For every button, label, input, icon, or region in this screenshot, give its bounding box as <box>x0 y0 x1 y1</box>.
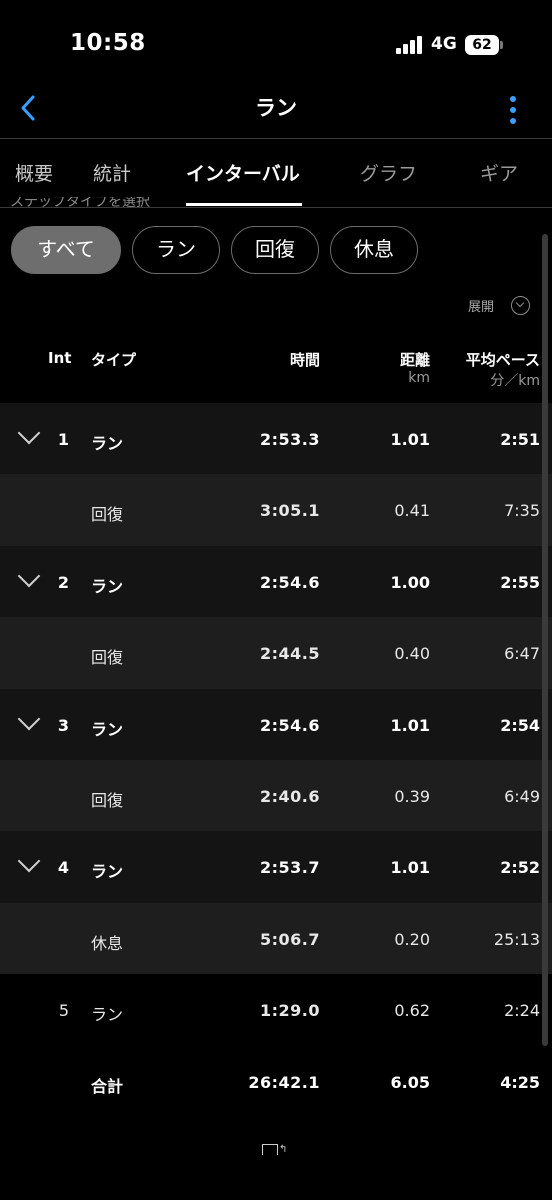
col-type: タイプ <box>91 351 137 369</box>
row-pace: 2:54 <box>500 715 540 735</box>
cellular-signal-icon <box>396 36 424 54</box>
chevron-down-circle-icon[interactable] <box>511 296 530 315</box>
row-time: 2:44.5 <box>259 644 320 664</box>
table-row[interactable]: 4 ラン 2:53.7 1.01 2:52 <box>0 831 552 903</box>
tab-stats[interactable]: 統計 <box>93 159 131 186</box>
row-distance: 1.01 <box>390 430 430 449</box>
table-header: Int タイプ 時間 距離 km 平均ペース 分／km <box>0 331 552 403</box>
table-row: 休息 5:06.7 0.20 25:13 <box>0 902 552 975</box>
filter-run-button[interactable]: ラン <box>132 226 220 274</box>
status-bar: 10:58 4G 62 <box>0 0 552 88</box>
row-pace: 2:55 <box>500 572 540 592</box>
chevron-down-icon[interactable] <box>18 853 38 873</box>
home-indicator-icon: ↰ <box>262 1144 287 1158</box>
row-time: 3:05.1 <box>259 501 320 521</box>
table-body: 1 ラン 2:53.3 1.01 2:51 回復 3:05.1 0.41 7:35 2 ラン 2:54… <box>0 403 552 1046</box>
battery-tip <box>500 41 503 49</box>
battery-icon: 62 <box>465 35 499 55</box>
row-distance: 1.01 <box>390 858 430 878</box>
chevron-down-icon[interactable] <box>18 568 38 588</box>
row-distance: 1.01 <box>390 715 430 735</box>
filter-all-button[interactable]: すべて <box>11 226 121 274</box>
active-tab-indicator <box>186 203 302 206</box>
row-pace: 7:35 <box>504 501 540 521</box>
row-pace: 2:52 <box>500 858 540 878</box>
total-distance: 6.05 <box>390 1072 430 1092</box>
filter-rest-button[interactable]: 休息 <box>330 226 418 274</box>
total-row: 合計 26:42.1 6.05 4:25 <box>0 1045 552 1117</box>
row-distance: 0.62 <box>394 1001 430 1021</box>
tab-intervals[interactable]: インターバル <box>186 159 300 186</box>
row-distance: 0.39 <box>394 786 430 806</box>
row-pace: 25:13 <box>493 929 540 949</box>
col-distance: 距離 <box>399 351 430 369</box>
chevron-down-icon[interactable] <box>18 711 38 731</box>
table-row[interactable]: 3 ラン 2:54.6 1.01 2:54 <box>0 688 552 760</box>
tab-graph[interactable]: グラフ <box>360 159 417 186</box>
status-time: 10:58 <box>70 30 146 56</box>
row-time: 1:29.0 <box>259 1001 320 1021</box>
row-time: 2:53.7 <box>259 858 320 878</box>
row-int: 1 <box>57 430 69 449</box>
network-type: 4G <box>431 34 457 54</box>
chevron-down-icon[interactable] <box>18 425 38 445</box>
expand-label[interactable]: 展開 <box>468 296 494 315</box>
tab-overview[interactable]: 概要 <box>15 159 53 186</box>
col-pace: 平均ペース <box>465 351 540 369</box>
table-row: 回復 3:05.1 0.41 7:35 <box>0 474 552 546</box>
row-pace: 6:47 <box>504 644 540 664</box>
page-title: ラン <box>255 96 297 120</box>
total-time: 26:42.1 <box>248 1072 320 1092</box>
more-vertical-icon[interactable] <box>500 92 526 128</box>
filter-recovery-button[interactable]: 回復 <box>231 226 319 274</box>
scrollbar[interactable] <box>542 234 548 1046</box>
row-pace: 2:51 <box>500 430 540 449</box>
tab-gear[interactable]: ギア <box>480 159 518 186</box>
col-distance-unit: km <box>408 370 430 386</box>
total-pace: 4:25 <box>500 1072 540 1092</box>
row-distance: 0.40 <box>394 644 430 664</box>
filter-hint: ステップタイプを選択 <box>10 197 150 210</box>
row-time: 2:53.3 <box>259 430 320 449</box>
interval-screen: 10:58 4G 62 ラン 概要 統計 インターバル グラフ ギア ステップタ… <box>0 0 552 1200</box>
row-int: 4 <box>57 858 69 878</box>
row-time: 5:06.7 <box>259 929 320 949</box>
row-pace: 6:49 <box>504 786 540 806</box>
filter-chips: すべて ラン 回復 休息 <box>0 226 552 276</box>
table-row: 5 ラン 1:29.0 0.62 2:24 <box>0 974 552 1045</box>
row-distance: 0.20 <box>394 929 430 949</box>
table-row[interactable]: 1 ラン 2:53.3 1.01 2:51 <box>0 403 552 475</box>
row-pace: 2:24 <box>504 1001 540 1021</box>
col-int: Int <box>48 349 72 367</box>
nav-bar: ラン <box>0 88 552 138</box>
row-time: 2:54.6 <box>259 715 320 735</box>
row-time: 2:54.6 <box>259 572 320 592</box>
table-row: 回復 2:44.5 0.40 6:47 <box>0 617 552 689</box>
col-pace-unit: 分／km <box>490 373 540 389</box>
row-distance: 0.41 <box>394 501 430 521</box>
row-int: 5 <box>58 1001 69 1021</box>
row-time: 2:40.6 <box>259 786 320 806</box>
row-distance: 1.00 <box>390 572 430 592</box>
table-row: 回復 2:40.6 0.39 6:49 <box>0 759 552 832</box>
row-int: 2 <box>57 572 69 592</box>
table-row[interactable]: 2 ラン 2:54.6 1.00 2:55 <box>0 545 552 618</box>
intervals-table: Int タイプ 時間 距離 km 平均ペース 分／km 1 ラン 2:53.3 1.0… <box>0 331 552 1117</box>
col-time: 時間 <box>289 351 320 369</box>
row-int: 3 <box>57 715 69 735</box>
